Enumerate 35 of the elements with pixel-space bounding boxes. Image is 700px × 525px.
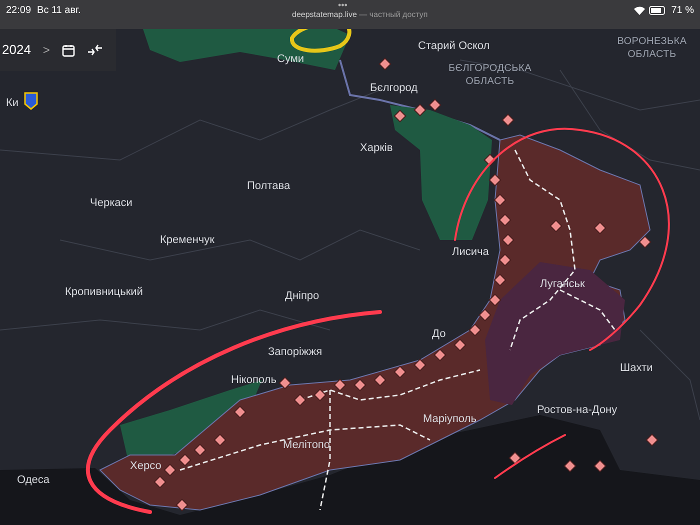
region-label: БЄЛГОРОДСЬКА ОБЛАСТЬ	[447, 62, 532, 88]
flag-icon	[24, 92, 38, 110]
city-label: Бєлгород	[370, 81, 418, 96]
city-label: Маріуполь	[423, 412, 476, 427]
year-text: 2024	[2, 41, 31, 60]
city-label: Старий Оскол	[418, 39, 491, 54]
city-label: Шахти	[620, 361, 653, 376]
wifi-icon	[634, 6, 646, 15]
url-text[interactable]: deepstatemap.live — частный доступ	[292, 9, 428, 20]
city-label: Черкаси	[90, 196, 132, 211]
city-label: Одеса	[17, 473, 50, 488]
city-label: Ростов-на-Дону	[537, 403, 618, 418]
region-label: ВОРОНЕЗЬКА ОБЛАСТЬ	[616, 35, 688, 61]
city-label: До	[432, 327, 446, 342]
tab-menu-button[interactable]: •••	[338, 0, 348, 10]
next-button[interactable]: >	[42, 41, 50, 59]
city-label: Кременчук	[160, 233, 214, 248]
city-label: Дніпро	[285, 289, 320, 304]
calendar-icon[interactable]	[62, 44, 75, 56]
city-label: Харків	[360, 141, 393, 156]
collapse-icon[interactable]	[86, 44, 103, 56]
clock-text: 22:09	[6, 4, 32, 18]
city-label: Кропивницький	[65, 285, 143, 300]
city-label: Ки	[6, 96, 19, 111]
city-label: Мелітопо	[283, 438, 330, 453]
city-label: Херсо	[130, 459, 162, 474]
date-text: Вс 11 авг.	[37, 4, 81, 18]
city-label: Луганськ	[540, 277, 585, 292]
city-label: Нікополь	[231, 373, 276, 388]
city-label: Полтава	[247, 179, 290, 194]
city-label: Суми	[277, 52, 304, 67]
city-label: Запоріжжя	[268, 345, 322, 360]
battery-text: 71 %	[671, 4, 694, 18]
city-label: Лисича	[452, 245, 489, 260]
battery-icon	[649, 6, 668, 15]
